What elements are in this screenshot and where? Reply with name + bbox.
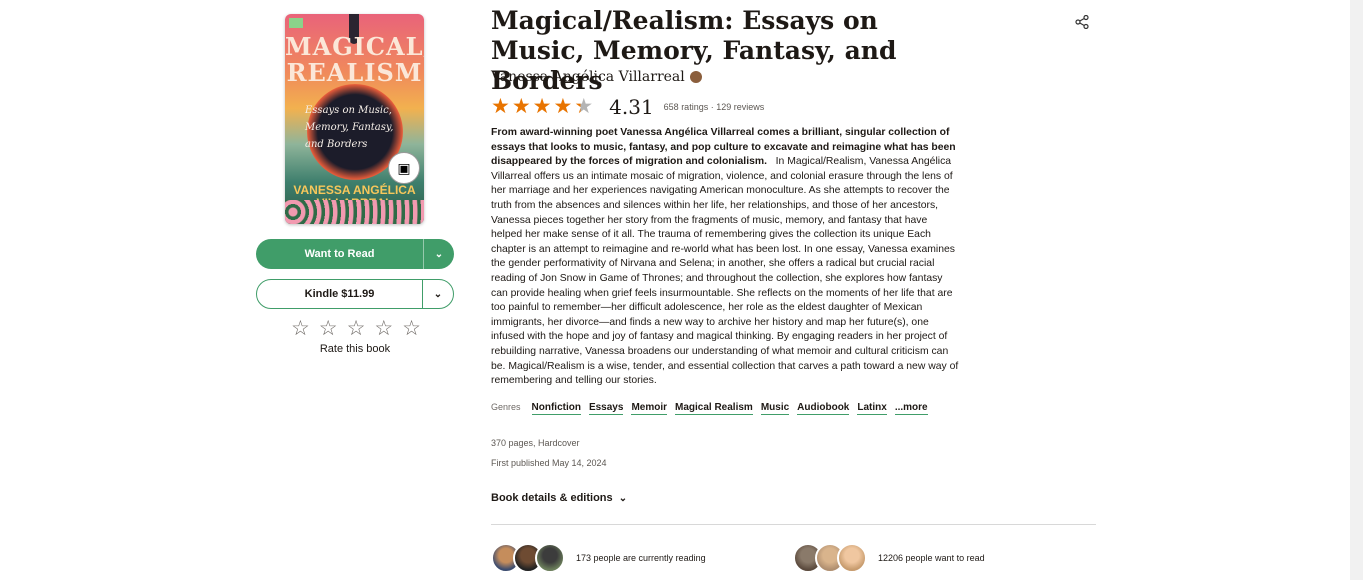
genre-link[interactable]: Latinx [857, 402, 887, 415]
rating-row: ★ ★ ★ ★ ★ 4.31 658 ratings · 129 reviews [491, 94, 764, 119]
star-full-icon: ★ [491, 95, 512, 118]
cover-flowers-illustration [285, 200, 424, 224]
rate-star-icon[interactable]: ☆ [402, 316, 421, 341]
cover-subtitle: Essays on Music, Memory, Fantasy, and Bo… [305, 105, 394, 150]
book-cover[interactable]: MAGICAL/ REALISM Essays on Music, Memory… [285, 14, 424, 224]
genre-link[interactable]: Essays [588, 402, 624, 415]
reader-avatars [793, 543, 867, 573]
star-partial-icon: ★ [574, 95, 596, 118]
rate-stars[interactable]: ☆ ☆ ☆ ☆ ☆ [291, 316, 421, 341]
author-link[interactable]: Vanessa Angélica Villarreal [491, 69, 702, 85]
chevron-down-icon: ⌄ [618, 493, 628, 504]
genre-link[interactable]: Magical Realism [675, 402, 753, 415]
rate-star-icon[interactable]: ☆ [291, 316, 310, 341]
want-to-read-button[interactable]: Want to Read ⌄ [256, 239, 454, 269]
book-details-button[interactable]: Book details & editions ⌄ [491, 492, 627, 504]
want-to-read-text: 12206 people want to read [878, 553, 985, 563]
genre-link[interactable]: Audiobook [797, 402, 850, 415]
ratings-reviews-count[interactable]: 658 ratings · 129 reviews [664, 102, 765, 112]
genres-list: Genres Nonfiction Essays Memoir Magical … [491, 402, 936, 415]
section-divider [491, 524, 1096, 525]
goodreads-author-badge-icon [689, 71, 702, 83]
book-badge-icon: ▣ [388, 152, 420, 184]
kindle-buy-button[interactable]: Kindle $11.99 ⌄ [256, 279, 454, 309]
rate-star-icon[interactable]: ☆ [319, 316, 338, 341]
avatar [837, 543, 867, 573]
average-rating-stars: ★ ★ ★ ★ ★ [491, 94, 595, 119]
chevron-down-icon: ⌄ [434, 248, 444, 260]
cover-tag [289, 18, 303, 28]
want-to-read-stat[interactable]: 12206 people want to read [793, 543, 985, 573]
book-description: From award-winning poet Vanessa Angélica… [491, 126, 961, 389]
star-full-icon: ★ [532, 95, 554, 118]
chevron-down-icon: ⌄ [433, 288, 443, 300]
rate-star-icon[interactable]: ☆ [347, 316, 366, 341]
average-rating: 4.31 [609, 94, 654, 119]
currently-reading-stat[interactable]: 173 people are currently reading [491, 543, 706, 573]
star-full-icon: ★ [553, 95, 575, 118]
book-details-label: Book details & editions [491, 492, 613, 504]
genre-link[interactable]: Nonfiction [531, 402, 581, 415]
reader-avatars [491, 543, 565, 573]
author-name[interactable]: Vanessa Angélica Villarreal [491, 69, 685, 85]
shelf-dropdown-button[interactable]: ⌄ [423, 239, 454, 269]
want-to-read-label: Want to Read [304, 248, 375, 260]
share-icon[interactable] [1074, 14, 1090, 31]
genres-label: Genres [491, 402, 521, 412]
buy-options-dropdown-button[interactable]: ⌄ [422, 280, 453, 308]
genres-more-link[interactable]: ...more [894, 402, 928, 415]
page-scrollbar[interactable] [1350, 0, 1363, 580]
rate-this-book-label: Rate this book [319, 343, 391, 355]
avatar [535, 543, 565, 573]
currently-reading-text: 173 people are currently reading [576, 553, 706, 563]
cover-title: MAGICAL/ REALISM [285, 32, 424, 87]
star-full-icon: ★ [511, 95, 533, 118]
first-published: First published May 14, 2024 [491, 458, 607, 468]
kindle-label: Kindle $11.99 [304, 288, 375, 300]
description-body: In Magical/Realism, Vanessa Angélica Vil… [491, 156, 959, 387]
genre-link[interactable]: Memoir [631, 402, 667, 415]
pages-format: 370 pages, Hardcover [491, 438, 580, 448]
rate-star-icon[interactable]: ☆ [374, 316, 393, 341]
genre-link[interactable]: Music [760, 402, 790, 415]
